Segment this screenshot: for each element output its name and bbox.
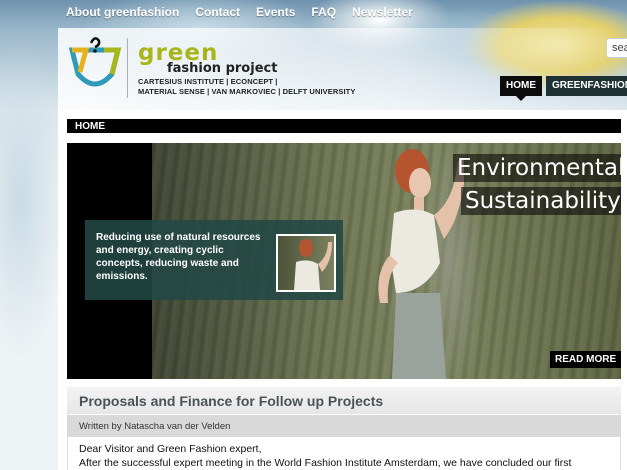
model-figure (378, 149, 464, 379)
article-title[interactable]: Proposals and Finance for Follow up Proj… (67, 387, 621, 414)
hero-title-line1: Environmental (453, 154, 621, 182)
logo-partners-line2: MATERIAL SENSE | VAN MARKOVIEC | DELFT U… (138, 87, 356, 96)
nav-about[interactable]: About greenfashion (66, 5, 179, 19)
nav-events[interactable]: Events (256, 5, 295, 19)
hero-caption-text: Reducing use of natural resources and en… (96, 232, 261, 282)
article-author: Written by Natascha van der Velden (67, 415, 621, 437)
logo-fashion-project: fashion project (167, 61, 278, 76)
article-body: Dear Visitor and Green Fashion expert, A… (79, 442, 619, 470)
top-navigation: About greenfashion Contact Events FAQ Ne… (66, 5, 413, 19)
thumbnail-figure (294, 239, 332, 290)
shield-logo-icon (68, 37, 122, 87)
tab-home[interactable]: HOME (500, 76, 542, 101)
main-navigation: HOME GREENFASHION TO (500, 76, 627, 101)
logo-partners-line1: CARTESIUS INSTITUTE | ECONCEPT | (138, 77, 278, 86)
search-input[interactable]: sea (606, 38, 627, 58)
nav-newsletter[interactable]: Newsletter (352, 5, 413, 19)
hero-title-line2: Sustainability (461, 187, 621, 215)
hero-thumbnail[interactable] (276, 234, 336, 292)
nav-contact[interactable]: Contact (195, 5, 240, 19)
breadcrumb[interactable]: HOME (67, 119, 621, 133)
logo-divider (127, 38, 128, 98)
nav-faq[interactable]: FAQ (311, 5, 336, 19)
article-body-line: After the successful expert meeting in t… (79, 457, 572, 469)
tab-greenfashion-tools[interactable]: GREENFASHION TO (546, 76, 627, 96)
read-more-button[interactable]: READ MORE (550, 351, 622, 368)
article-body-line: Dear Visitor and Green Fashion expert, (79, 443, 262, 455)
